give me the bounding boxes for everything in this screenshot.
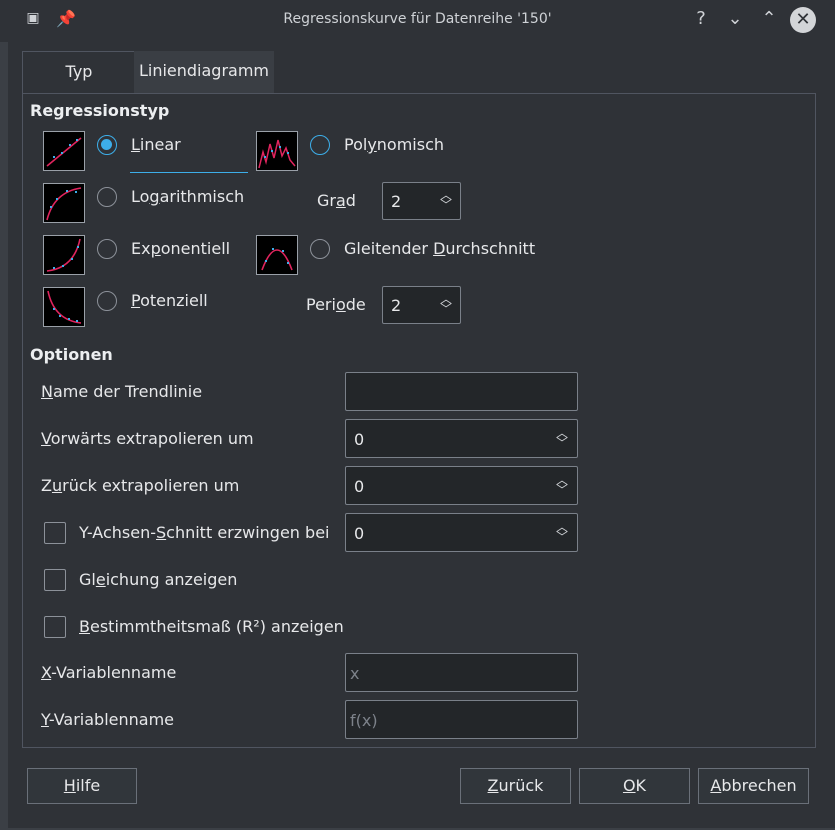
show-r2-checkbox[interactable] xyxy=(44,616,66,638)
show-equation-checkbox[interactable] xyxy=(44,569,66,591)
linear-label[interactable]: Linear xyxy=(131,135,181,154)
y-variable-field[interactable]: f(x) xyxy=(345,700,578,739)
spin-arrows-icon[interactable]: ︿ ﹀ xyxy=(437,189,455,211)
power-radio[interactable] xyxy=(97,291,117,311)
intercept-value: 0 xyxy=(354,524,365,543)
help-button[interactable]: Hilfe xyxy=(27,768,137,804)
show-r2-label[interactable]: Bestimmtheitsmaß (R²) anzeigen xyxy=(79,617,344,636)
back-button[interactable]: Zurück xyxy=(460,768,571,804)
extrapolate-backward-value: 0 xyxy=(354,477,365,496)
extrapolate-backward-spinbox[interactable]: 0 ︿ ﹀ xyxy=(345,466,578,505)
maximize-icon[interactable]: ⌃ xyxy=(758,8,780,29)
section-title-regression: Regressionstyp xyxy=(30,101,170,120)
polynomial-label[interactable]: Polynomisch xyxy=(344,135,444,154)
spin-arrows-icon[interactable]: ︿ ﹀ xyxy=(553,521,571,543)
extrapolate-backward-label: Zurück extrapolieren um xyxy=(41,476,240,495)
exponential-label[interactable]: Exponentiell xyxy=(131,239,230,258)
logarithmic-radio[interactable] xyxy=(97,187,117,207)
help-icon[interactable]: ? xyxy=(690,8,712,29)
extrapolate-forward-label: Vorwärts extrapolieren um xyxy=(41,429,254,448)
polynomial-radio[interactable] xyxy=(310,135,330,155)
exponential-thumbnail-icon xyxy=(43,235,85,275)
logarithmic-label[interactable]: Logarithmisch xyxy=(131,187,244,206)
x-variable-field[interactable]: x xyxy=(345,653,578,692)
y-variable-placeholder: f(x) xyxy=(350,711,378,730)
linear-radio[interactable] xyxy=(97,135,117,155)
trendline-name-field[interactable] xyxy=(345,372,578,411)
y-variable-label: Y-Variablenname xyxy=(41,710,175,729)
degree-value: 2 xyxy=(391,192,402,211)
moving-average-thumbnail-icon xyxy=(256,235,298,275)
exponential-radio[interactable] xyxy=(97,239,117,259)
show-equation-label[interactable]: Gleichung anzeigen xyxy=(79,570,237,589)
moving-average-radio[interactable] xyxy=(310,239,330,259)
force-intercept-label[interactable]: Y-Achsen-Schnitt erzwingen bei xyxy=(79,523,329,542)
extrapolate-forward-value: 0 xyxy=(354,430,365,449)
trendline-name-label: Name der Trendlinie xyxy=(41,382,203,401)
section-title-options: Optionen xyxy=(30,345,113,364)
extrapolate-forward-spinbox[interactable]: 0 ︿ ﹀ xyxy=(345,419,578,458)
moving-average-label[interactable]: Gleitender Durchschnitt xyxy=(344,239,535,258)
cancel-button[interactable]: Abbrechen xyxy=(698,768,809,804)
ok-button[interactable]: OK xyxy=(579,768,690,804)
degree-spinbox[interactable]: 2 ︿ ﹀ xyxy=(382,182,461,220)
period-label: Periode xyxy=(306,295,366,314)
spin-arrows-icon[interactable]: ︿ ﹀ xyxy=(437,293,455,315)
linear-thumbnail-icon xyxy=(43,131,85,171)
x-variable-label: X-Variablenname xyxy=(41,663,177,682)
period-spinbox[interactable]: 2 ︿ ﹀ xyxy=(382,286,461,324)
degree-label: Grad xyxy=(317,191,356,210)
tab-liniendiagramm[interactable]: Liniendiagramm xyxy=(134,51,274,93)
x-variable-placeholder: x xyxy=(350,664,360,683)
intercept-spinbox[interactable]: 0 ︿ ﹀ xyxy=(345,513,578,552)
close-icon[interactable]: ✕ xyxy=(790,7,816,33)
spin-arrows-icon[interactable]: ︿ ﹀ xyxy=(553,474,571,496)
minimize-icon[interactable]: ⌄ xyxy=(724,8,746,29)
focus-indicator xyxy=(130,172,248,173)
polynomial-thumbnail-icon xyxy=(256,131,298,171)
logarithmic-thumbnail-icon xyxy=(43,183,85,223)
period-value: 2 xyxy=(391,296,402,315)
spin-arrows-icon[interactable]: ︿ ﹀ xyxy=(553,427,571,449)
tab-typ[interactable]: Typ xyxy=(22,51,136,94)
power-label[interactable]: Potenziell xyxy=(131,291,208,310)
force-intercept-checkbox[interactable] xyxy=(44,522,66,544)
power-thumbnail-icon xyxy=(43,287,85,327)
